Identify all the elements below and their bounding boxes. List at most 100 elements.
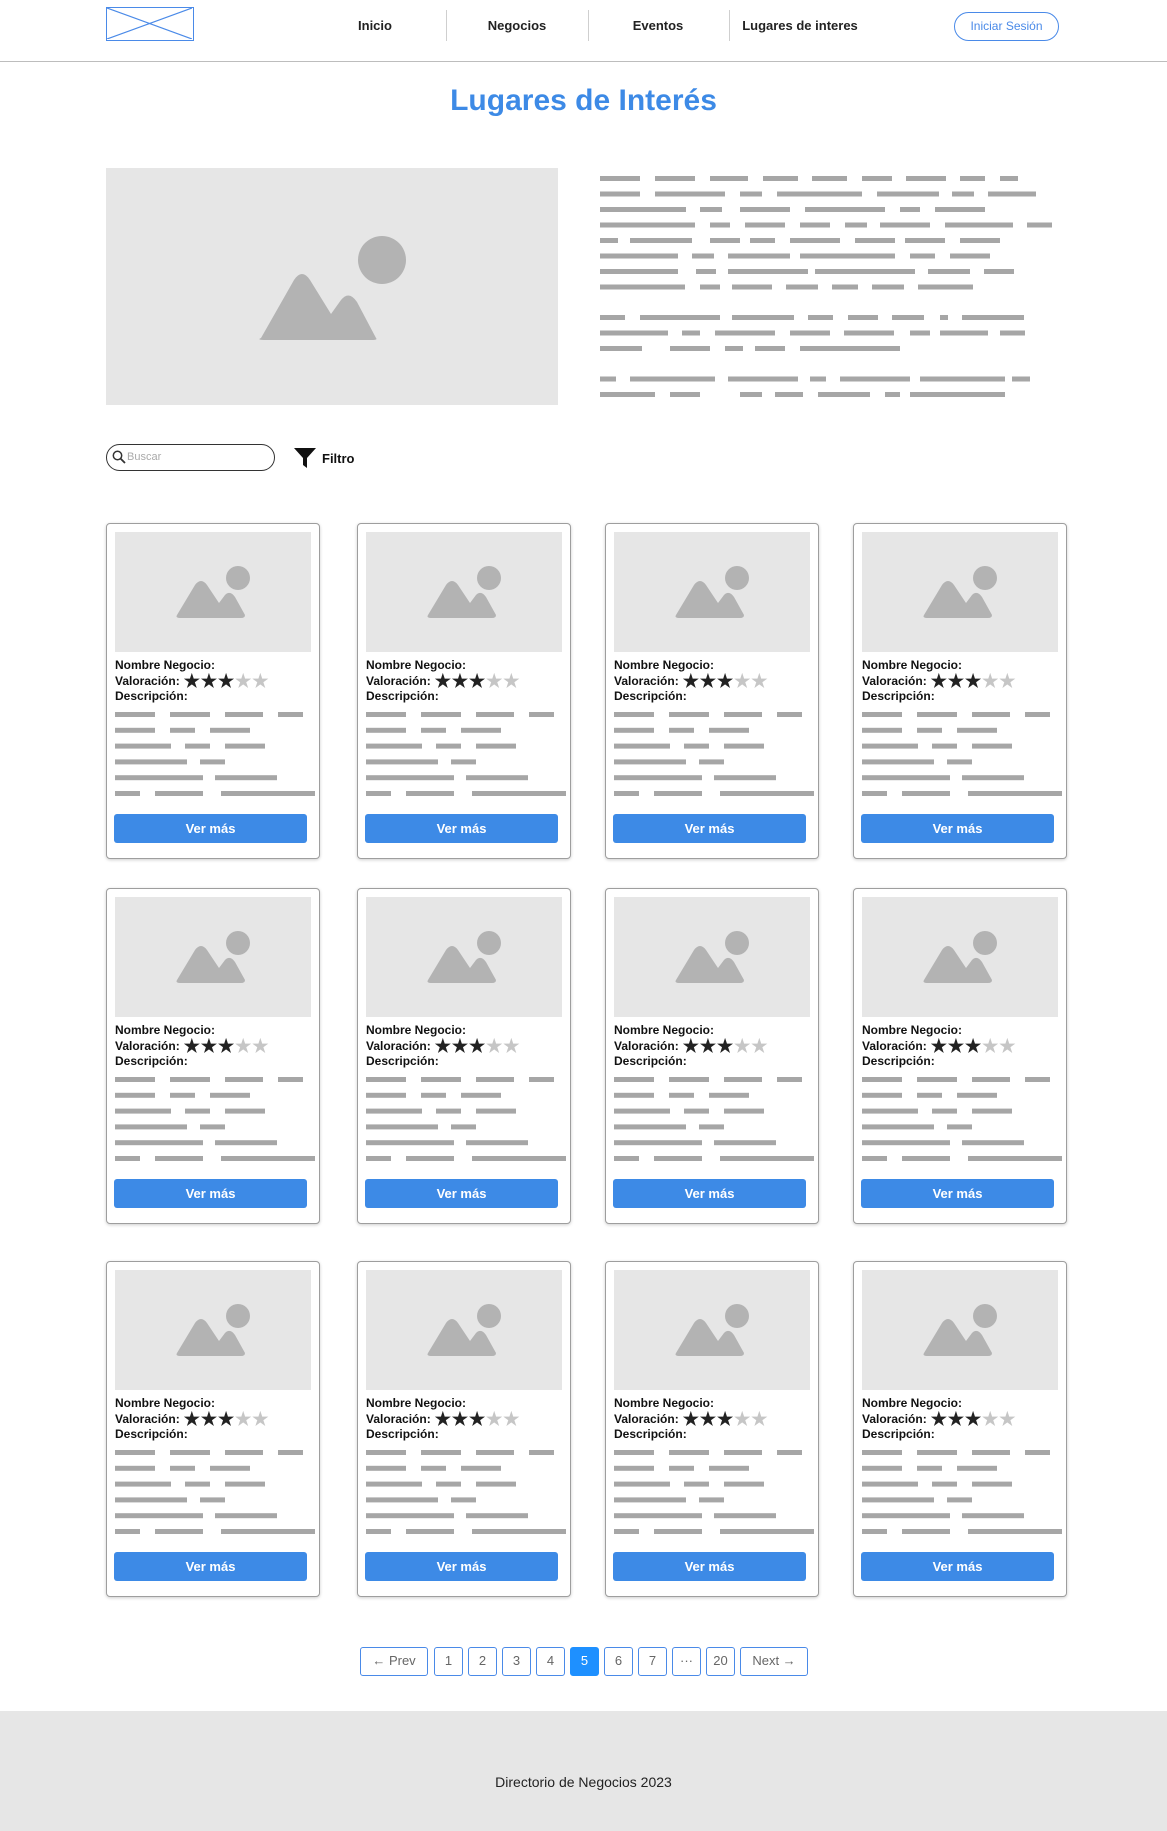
footer: Directorio de Negocios 2023 — [0, 1711, 1167, 1831]
card-name-label: Nombre Negocio: — [614, 1023, 715, 1037]
text-placeholder-bar — [950, 253, 990, 259]
see-more-button[interactable]: Ver más — [365, 1179, 558, 1208]
image-placeholder-icon — [115, 532, 311, 652]
text-placeholder-bar — [225, 1077, 263, 1082]
filter-button[interactable]: Filtro — [293, 446, 355, 470]
card-rating-label: Valoración: — [862, 1039, 927, 1053]
star-icon: ★ — [682, 671, 699, 691]
page-button-4[interactable]: 4 — [536, 1647, 565, 1676]
card-description-label: Descripción: — [614, 1427, 687, 1441]
text-placeholder-bar — [709, 1092, 749, 1098]
text-placeholder-bar — [862, 1124, 934, 1130]
text-placeholder-bar — [170, 727, 195, 733]
text-placeholder-bar — [600, 315, 625, 320]
text-placeholder-lines — [366, 712, 566, 796]
text-placeholder-bar — [600, 376, 616, 382]
text-placeholder-bar — [185, 1481, 210, 1487]
text-placeholder-bar — [724, 1450, 762, 1455]
text-placeholder-bar — [714, 1140, 776, 1146]
card-rating-label: Valoración: — [366, 674, 431, 688]
search-box[interactable] — [106, 444, 275, 471]
text-placeholder-bar — [724, 743, 764, 749]
logo-placeholder-icon[interactable] — [106, 7, 194, 41]
text-placeholder-bar — [740, 207, 790, 212]
text-placeholder-bar — [862, 1092, 902, 1098]
text-placeholder-bar — [724, 1077, 762, 1082]
next-page-button[interactable]: Next → — [740, 1647, 808, 1676]
text-placeholder-bar — [1025, 1077, 1050, 1082]
page-button-9[interactable]: 20 — [706, 1647, 735, 1676]
see-more-button[interactable]: Ver más — [861, 1179, 1054, 1208]
text-placeholder-bar — [600, 207, 686, 212]
text-placeholder-bar — [366, 1529, 391, 1534]
star-icon: ★ — [682, 1409, 699, 1429]
text-placeholder-bar — [862, 712, 902, 717]
text-placeholder-bar — [763, 176, 798, 181]
login-button[interactable]: Iniciar Sesión — [954, 12, 1059, 41]
see-more-button[interactable]: Ver más — [613, 1179, 806, 1208]
text-placeholder-bar — [115, 1465, 155, 1471]
see-more-button[interactable]: Ver más — [365, 1552, 558, 1581]
page-button-8[interactable]: ··· — [672, 1647, 701, 1676]
page-button-6[interactable]: 6 — [604, 1647, 633, 1676]
text-placeholder-bar — [366, 712, 406, 717]
star-icon: ★ — [947, 671, 964, 691]
text-placeholder-bar — [910, 330, 930, 336]
text-placeholder-bar — [614, 1140, 702, 1146]
search-input[interactable] — [127, 448, 267, 466]
text-placeholder-bar — [728, 376, 798, 382]
star-icon: ★ — [503, 1036, 520, 1056]
star-icon: ★ — [751, 1409, 768, 1429]
nav-item-1[interactable]: Inicio — [340, 10, 410, 41]
text-placeholder-lines — [366, 1450, 566, 1534]
text-placeholder-bar — [600, 269, 678, 274]
text-placeholder-bar — [225, 743, 265, 749]
star-icon: ★ — [699, 671, 716, 691]
page-button-3[interactable]: 3 — [502, 1647, 531, 1676]
see-more-button[interactable]: Ver más — [114, 1552, 307, 1581]
card-name-label: Nombre Negocio: — [862, 658, 963, 672]
text-placeholder-bar — [170, 1092, 195, 1098]
see-more-button[interactable]: Ver más — [861, 1552, 1054, 1581]
text-placeholder-bar — [278, 1450, 303, 1455]
see-more-button[interactable]: Ver más — [861, 814, 1054, 843]
see-more-button[interactable]: Ver más — [613, 1552, 806, 1581]
text-placeholder-bar — [654, 1529, 702, 1534]
prev-page-button[interactable]: ← Prev — [360, 1647, 428, 1676]
business-card: Nombre Negocio: Valoración: ★ ★ ★ ★ ★ Descripci… — [106, 1261, 320, 1597]
text-placeholder-bar — [421, 712, 461, 717]
see-more-button[interactable]: Ver más — [114, 814, 307, 843]
page-button-2[interactable]: 2 — [468, 1647, 497, 1676]
text-placeholder-bar — [115, 1108, 171, 1114]
see-more-button[interactable]: Ver más — [114, 1179, 307, 1208]
text-placeholder-bar — [918, 284, 973, 290]
hero-text-placeholder — [600, 170, 1060, 405]
text-placeholder-bar — [185, 1108, 210, 1114]
page-button-7[interactable]: 7 — [638, 1647, 667, 1676]
nav-item-4[interactable]: Lugares de interes — [730, 10, 870, 41]
star-icon: ★ — [434, 1409, 451, 1429]
text-placeholder-lines — [614, 1077, 814, 1161]
star-icon: ★ — [434, 671, 451, 691]
page-title: Lugares de Interés — [450, 84, 717, 117]
text-placeholder-bar — [699, 759, 724, 765]
text-placeholder-bar — [472, 1156, 566, 1161]
see-more-button[interactable]: Ver más — [365, 814, 558, 843]
text-placeholder-bar — [614, 1092, 654, 1098]
nav-item-2[interactable]: Negocios — [477, 10, 557, 41]
card-rating: Valoración: ★ ★ ★ ★ ★ — [614, 671, 768, 691]
card-name-label: Nombre Negocio: — [366, 1396, 467, 1410]
star-icon: ★ — [235, 1036, 252, 1056]
star-icon: ★ — [964, 1036, 982, 1056]
text-placeholder-bar — [366, 1450, 406, 1455]
text-placeholder-bar — [436, 1108, 461, 1114]
text-placeholder-bar — [845, 222, 867, 228]
page-button-5[interactable]: 5 — [570, 1647, 599, 1676]
page-button-1[interactable]: 1 — [434, 1647, 463, 1676]
text-placeholder-bar — [210, 727, 250, 733]
nav-item-3[interactable]: Eventos — [618, 10, 698, 41]
card-rating: Valoración: ★ ★ ★ ★ ★ — [614, 1409, 768, 1429]
text-placeholder-bar — [988, 191, 1036, 197]
see-more-button[interactable]: Ver más — [613, 814, 806, 843]
card-name-label: Nombre Negocio: — [115, 1396, 216, 1410]
